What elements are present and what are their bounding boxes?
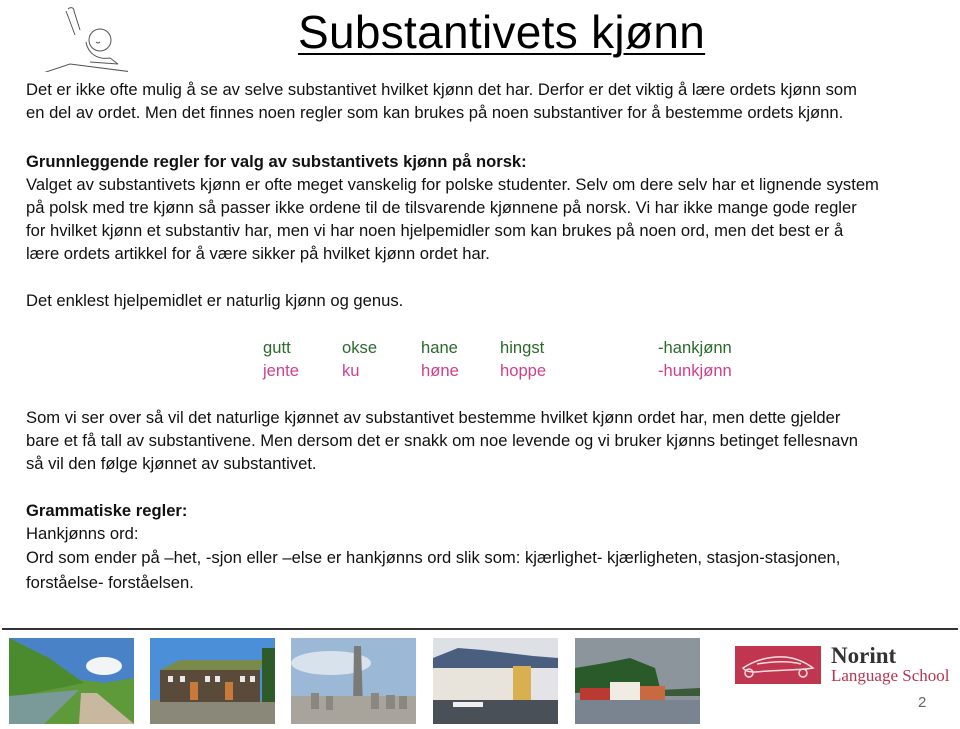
- masc-label: -hankjønn: [658, 338, 732, 357]
- grammar-rule-line-2: forståelse- forståelsen.: [26, 573, 194, 592]
- masc-word: gutt: [263, 338, 291, 357]
- masculine-words-subheading: Hankjønns ord:: [26, 524, 139, 543]
- photo-mountain-valley-path: [9, 638, 134, 724]
- photo-grass-roof-farmhouse: [150, 638, 275, 724]
- logo-subtitle: Language School: [831, 666, 950, 685]
- page-title: Substantivets kjønn: [298, 6, 706, 58]
- fem-word: hoppe: [500, 361, 547, 380]
- footer-divider: [2, 628, 958, 630]
- photo-stone-monolith-park: [291, 638, 416, 724]
- grammar-rule-line-1: Ord som ender på –het, -sjon eller –else…: [26, 548, 841, 567]
- masc-word: hingst: [500, 338, 545, 357]
- page-number: 2: [918, 694, 927, 711]
- logo-emblem: [735, 646, 821, 684]
- car-icon: [741, 656, 815, 678]
- natural-gender-line-2: bare et få tall av substantivene. Men de…: [26, 431, 858, 450]
- fem-label: -hunkjønn: [658, 361, 732, 380]
- fem-word: jente: [263, 361, 299, 380]
- fem-word: ku: [342, 361, 360, 380]
- fem-word: høne: [421, 361, 459, 380]
- natural-gender-line-1: Som vi ser over så vil det naturlige kjø…: [26, 408, 841, 427]
- basic-rules-line-4: lære ordets artikkel for å være sikker p…: [26, 244, 490, 263]
- masc-word: okse: [342, 338, 378, 357]
- intro-line-1: Det er ikke ofte mulig å se av selve sub…: [26, 80, 857, 99]
- basic-rules-line-3: for hvilket kjønn et substantiv har, men…: [26, 221, 844, 240]
- logo-name: Norint: [831, 643, 897, 668]
- grammar-rules-heading: Grammatiske regler:: [26, 501, 188, 520]
- basic-rules-line-2: på polsk med tre kjønn så passer ikke or…: [26, 198, 857, 217]
- simplest-aid-line: Det enklest hjelpemidlet er naturlig kjø…: [26, 291, 404, 310]
- basic-rules-line-1: Valget av substantivets kjønn er ofte me…: [26, 175, 879, 194]
- photo-harbor-town-buildings: [433, 638, 558, 724]
- basic-rules-heading: Grunnleggende regler for valg av substan…: [26, 152, 527, 171]
- photo-red-boathouses-fjord: [575, 638, 700, 724]
- natural-gender-line-3: så vil den følge kjønnet av substantivet…: [26, 454, 317, 473]
- child-raising-hand-illustration: [44, 7, 128, 72]
- masc-word: hane: [421, 338, 458, 357]
- intro-line-2: en del av ordet. Men det finnes noen reg…: [26, 103, 844, 122]
